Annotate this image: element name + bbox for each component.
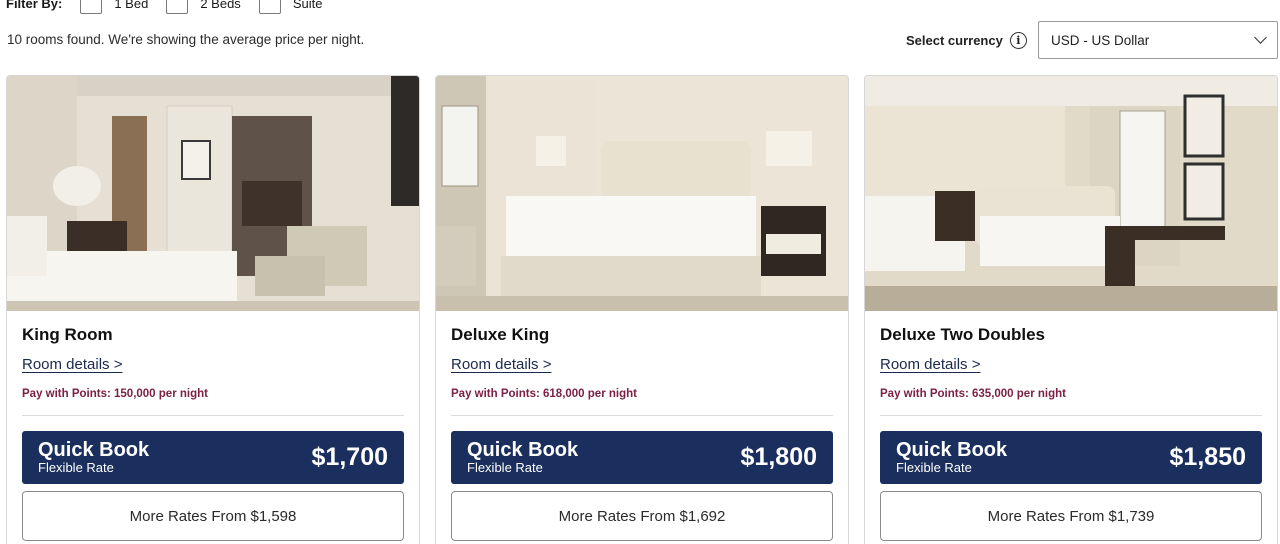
room-details-link[interactable]: Room details >: [880, 356, 980, 373]
filter-option-suite[interactable]: Suite: [258, 0, 323, 14]
more-rates-button[interactable]: More Rates From $1,598: [22, 491, 404, 541]
filter-option-2-beds[interactable]: 2 Beds: [166, 0, 241, 14]
quick-book-button[interactable]: Quick Book Flexible Rate $1,850: [880, 431, 1262, 484]
checkbox[interactable]: [80, 0, 103, 14]
quick-book-text: Quick Book Flexible Rate: [467, 440, 578, 475]
room-name: Deluxe King: [451, 325, 550, 344]
currency-label-group: Select currency i: [906, 32, 1027, 49]
points-price: Pay with Points: 618,000 per night: [451, 388, 637, 400]
points-price: Pay with Points: 150,000 per night: [22, 388, 208, 400]
quick-book-text: Quick Book Flexible Rate: [896, 440, 1007, 475]
chevron-down-icon: [1254, 31, 1267, 44]
quick-book-price: $1,800: [740, 443, 817, 471]
currency-selected-value: USD - US Dollar: [1051, 32, 1150, 48]
filter-label: Filter By:: [6, 0, 63, 11]
filter-option-1-bed[interactable]: 1 Bed: [80, 0, 148, 14]
room-name: King Room: [22, 325, 113, 344]
checkbox[interactable]: [258, 0, 281, 14]
quick-book-text: Quick Book Flexible Rate: [38, 440, 149, 475]
room-photo[interactable]: [7, 76, 419, 311]
filter-option-label: 1 Bed: [114, 0, 149, 11]
points-price: Pay with Points: 635,000 per night: [880, 388, 1066, 400]
room-card: Deluxe King Room details > Pay with Poin…: [435, 75, 849, 544]
results-summary: 10 rooms found. We're showing the averag…: [7, 32, 365, 47]
quick-book-title: Quick Book: [38, 439, 150, 461]
divider: [22, 415, 404, 416]
quick-book-title: Quick Book: [467, 439, 579, 461]
filter-option-label: 2 Beds: [200, 0, 241, 11]
filter-option-label: Suite: [292, 0, 323, 11]
divider: [451, 415, 833, 416]
room-photo[interactable]: [436, 76, 848, 311]
quick-book-price: $1,850: [1169, 443, 1246, 471]
room-name: Deluxe Two Doubles: [880, 325, 1045, 344]
currency-label: Select currency: [906, 33, 1003, 48]
quick-book-rate: Flexible Rate: [467, 460, 543, 475]
info-icon[interactable]: i: [1009, 32, 1027, 49]
divider: [880, 415, 1262, 416]
quick-book-button[interactable]: Quick Book Flexible Rate $1,700: [22, 431, 404, 484]
currency-select[interactable]: USD - US Dollar: [1038, 21, 1278, 59]
room-details-link[interactable]: Room details >: [22, 356, 122, 373]
room-list: King Room Room details > Pay with Points…: [6, 75, 1278, 544]
checkbox[interactable]: [166, 0, 189, 14]
more-rates-button[interactable]: More Rates From $1,739: [880, 491, 1262, 541]
quick-book-rate: Flexible Rate: [38, 460, 114, 475]
quick-book-button[interactable]: Quick Book Flexible Rate $1,800: [451, 431, 833, 484]
room-photo[interactable]: [865, 76, 1277, 311]
more-rates-button[interactable]: More Rates From $1,692: [451, 491, 833, 541]
room-card: King Room Room details > Pay with Points…: [6, 75, 420, 544]
quick-book-title: Quick Book: [896, 439, 1008, 461]
quick-book-price: $1,700: [311, 443, 388, 471]
room-details-link[interactable]: Room details >: [451, 356, 551, 373]
room-card: Deluxe Two Doubles Room details > Pay wi…: [864, 75, 1278, 544]
filter-bar: Filter By: 1 Bed 2 Beds Suite: [6, 0, 340, 14]
quick-book-rate: Flexible Rate: [896, 460, 972, 475]
